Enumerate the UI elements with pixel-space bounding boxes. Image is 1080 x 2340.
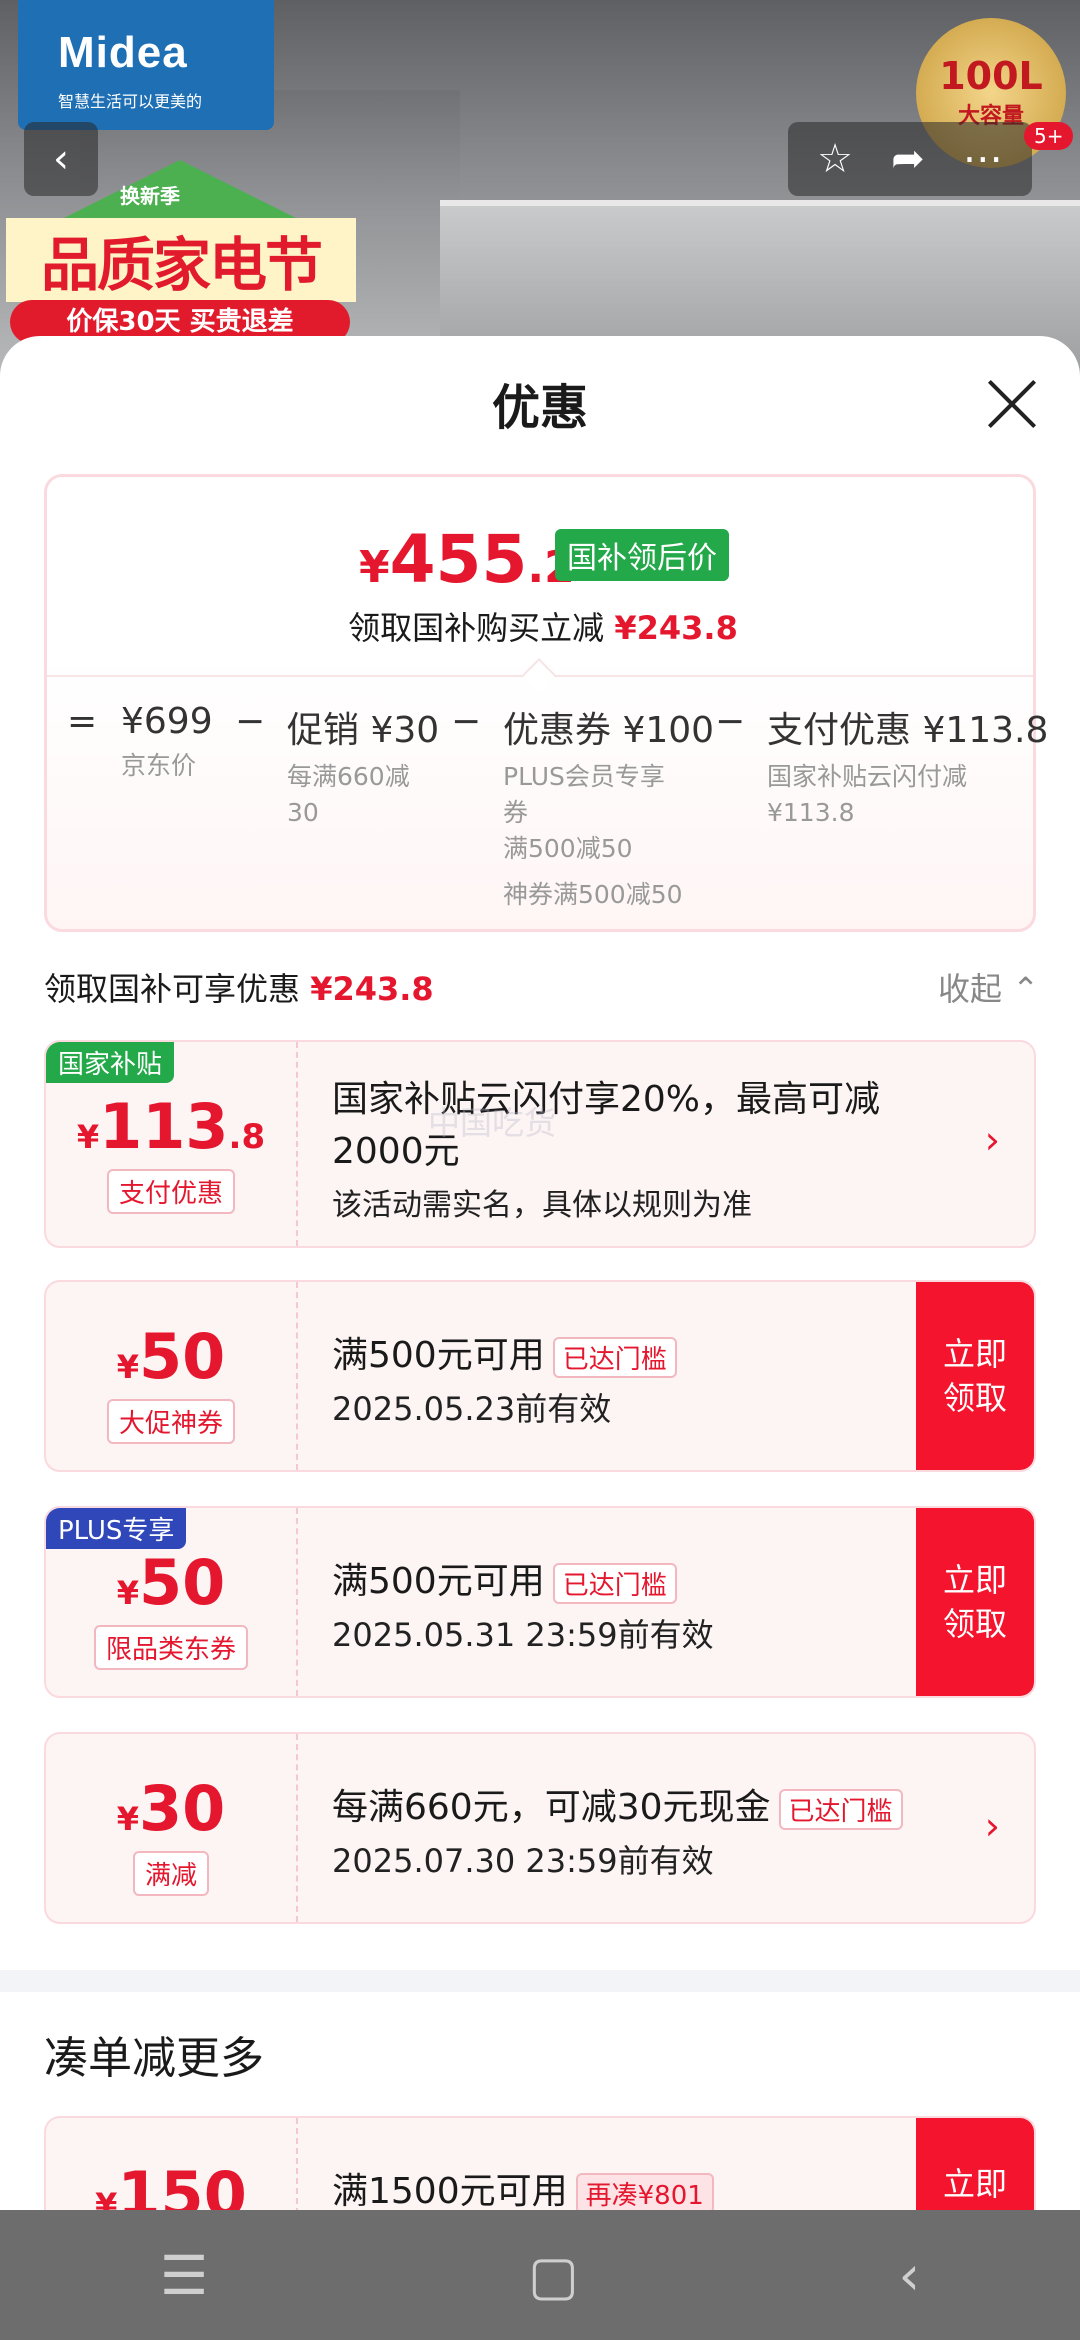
coupon-body: 每满660元，可减30元现金 已达门槛 2025.07.30 23:59前有效 xyxy=(332,1778,903,1882)
top-actions: ☆ ➦ ⋯ xyxy=(788,122,1032,196)
threshold-pill: 已达门槛 xyxy=(552,1336,677,1378)
coupon-card: ¥50 大促神券 满500元可用 已达门槛 2025.05.23前有效 立即 领取 xyxy=(44,1280,1036,1472)
coupon-corner-tag: PLUS专享 xyxy=(46,1508,187,1549)
price-summary-card: ¥455.2 国补领后价 领取国补购买立减 ¥243.8 = ¥699 京东价 … xyxy=(44,474,1048,932)
home-icon[interactable]: ▢ xyxy=(528,2244,579,2307)
coupon-card: ¥50 限品类东券 PLUS专享 满500元可用 已达门槛 2025.05.31 … xyxy=(44,1506,1036,1698)
claim-coupon-button[interactable]: 立即 领取 xyxy=(916,1508,1034,1696)
coupon-body: 国家补贴云闪付享20%，最高可减 2000元 该活动需实名，具体以规则为准 xyxy=(332,1079,881,1223)
claim-coupon-button[interactable]: 立即 领取 xyxy=(916,1282,1034,1470)
share-icon[interactable]: ➦ xyxy=(891,136,925,182)
discount-sheet: 优惠 ¥455.2 国补领后价 领取国补购买立减 ¥243.8 = ¥699 京… xyxy=(0,336,1080,2210)
more-section-title: 凑单减更多 xyxy=(44,2033,264,2084)
coupon-amount: ¥30 xyxy=(116,1772,226,1845)
coupon-left: ¥30 满减 xyxy=(46,1734,298,1922)
coupon-type-chip: 支付优惠 xyxy=(106,1169,235,1214)
price-breakdown: = ¥699 京东价 − 促销 ¥30 每满660减 30 − 优惠券 ¥100… xyxy=(47,701,1048,909)
message-count-badge: 5+ xyxy=(1024,122,1074,150)
price-tag: 国补领后价 xyxy=(555,529,729,581)
threshold-pill: 已达门槛 xyxy=(778,1788,903,1830)
coupon-body: 满1500元可用 再凑¥801 xyxy=(332,2162,714,2210)
coupon-amount: ¥113.8 xyxy=(76,1090,266,1163)
coupon-type-chip: 限品类东券 xyxy=(93,1625,248,1670)
capacity-main: 100L xyxy=(939,54,1043,98)
back-icon[interactable]: ‹ xyxy=(24,122,98,196)
brand-slogan: 智慧生活可以更美的 xyxy=(58,92,203,111)
summary-subtitle: 领取国补购买立减 ¥243.8 xyxy=(348,609,738,647)
coupon-body: 满500元可用 已达门槛 2025.05.23前有效 xyxy=(332,1326,677,1430)
watermark: 中国吃货 xyxy=(428,1104,557,1142)
chevron-right-icon: › xyxy=(984,1118,1000,1162)
breakdown-op: − xyxy=(235,701,266,742)
breakdown-item: ¥699 京东价 xyxy=(121,701,213,780)
chevron-right-icon: › xyxy=(984,1804,1000,1848)
more-icon[interactable]: ⋯ xyxy=(963,136,1003,182)
star-icon[interactable]: ☆ xyxy=(817,136,853,182)
brand-logo: Midea 智慧生活可以更美的 xyxy=(18,0,274,130)
chevron-up-icon: ⌃ xyxy=(1012,970,1039,1008)
breakdown-item: 支付优惠 ¥113.8 国家补贴云闪付减 ¥113.8 xyxy=(767,710,1049,827)
coupon-card[interactable]: ¥30 满减 每满660元，可减30元现金 已达门槛 2025.07.30 23:… xyxy=(44,1732,1036,1924)
final-price: ¥455.2 xyxy=(359,521,575,598)
coupon-corner-tag: 国家补贴 xyxy=(46,1042,175,1083)
threshold-pill: 已达门槛 xyxy=(552,1562,677,1604)
breakdown-op: = xyxy=(67,701,98,742)
section-gap xyxy=(0,1970,1080,1992)
breakdown-item: 优惠券 ¥100 PLUS会员专享 券 满500减50 神券满500减50 xyxy=(503,710,715,909)
coupon-left: ¥50 大促神券 xyxy=(46,1282,298,1470)
sheet-title: 优惠 xyxy=(491,380,588,436)
coupon-body: 满500元可用 已达门槛 2025.05.31 23:59前有效 xyxy=(332,1561,714,1654)
coupon-amount: ¥50 xyxy=(116,1546,226,1619)
close-icon[interactable] xyxy=(982,374,1042,434)
coupon-type-chip: 满减 xyxy=(132,1851,209,1896)
section-heading: 领取国补可享优惠 ¥243.8 xyxy=(44,970,434,1008)
promo-tag: 换新季 xyxy=(120,184,180,208)
coupon-amount: ¥150 xyxy=(95,2158,247,2210)
breakdown-op: − xyxy=(715,701,746,742)
coupon-type-chip: 大促神券 xyxy=(106,1399,235,1444)
brand-name: Midea xyxy=(58,28,188,77)
menu-icon[interactable]: ☰ xyxy=(160,2244,208,2307)
collapse-toggle[interactable]: 收起 ⌃ xyxy=(938,964,1039,1010)
system-nav-bar: ☰ ▢ ‹ xyxy=(0,2210,1080,2340)
promo-title: 品质家电节 xyxy=(6,218,356,302)
summary-notch xyxy=(522,658,556,692)
threshold-pill: 再凑¥801 xyxy=(575,2172,714,2210)
coupon-card[interactable]: ¥113.8 支付优惠 国家补贴 国家补贴云闪付享20%，最高可减 2000元 … xyxy=(44,1040,1036,1248)
nav-back-icon[interactable]: ‹ xyxy=(899,2244,921,2307)
breakdown-op: − xyxy=(451,701,482,742)
coupon-left: ¥150 xyxy=(46,2118,298,2210)
coupon-amount: ¥50 xyxy=(116,1320,226,1393)
coupon-card: ¥150 满1500元可用 再凑¥801 立即 xyxy=(44,2116,1036,2210)
breakdown-item: 促销 ¥30 每满660减 30 xyxy=(287,710,440,827)
claim-coupon-button[interactable]: 立即 xyxy=(916,2118,1034,2210)
